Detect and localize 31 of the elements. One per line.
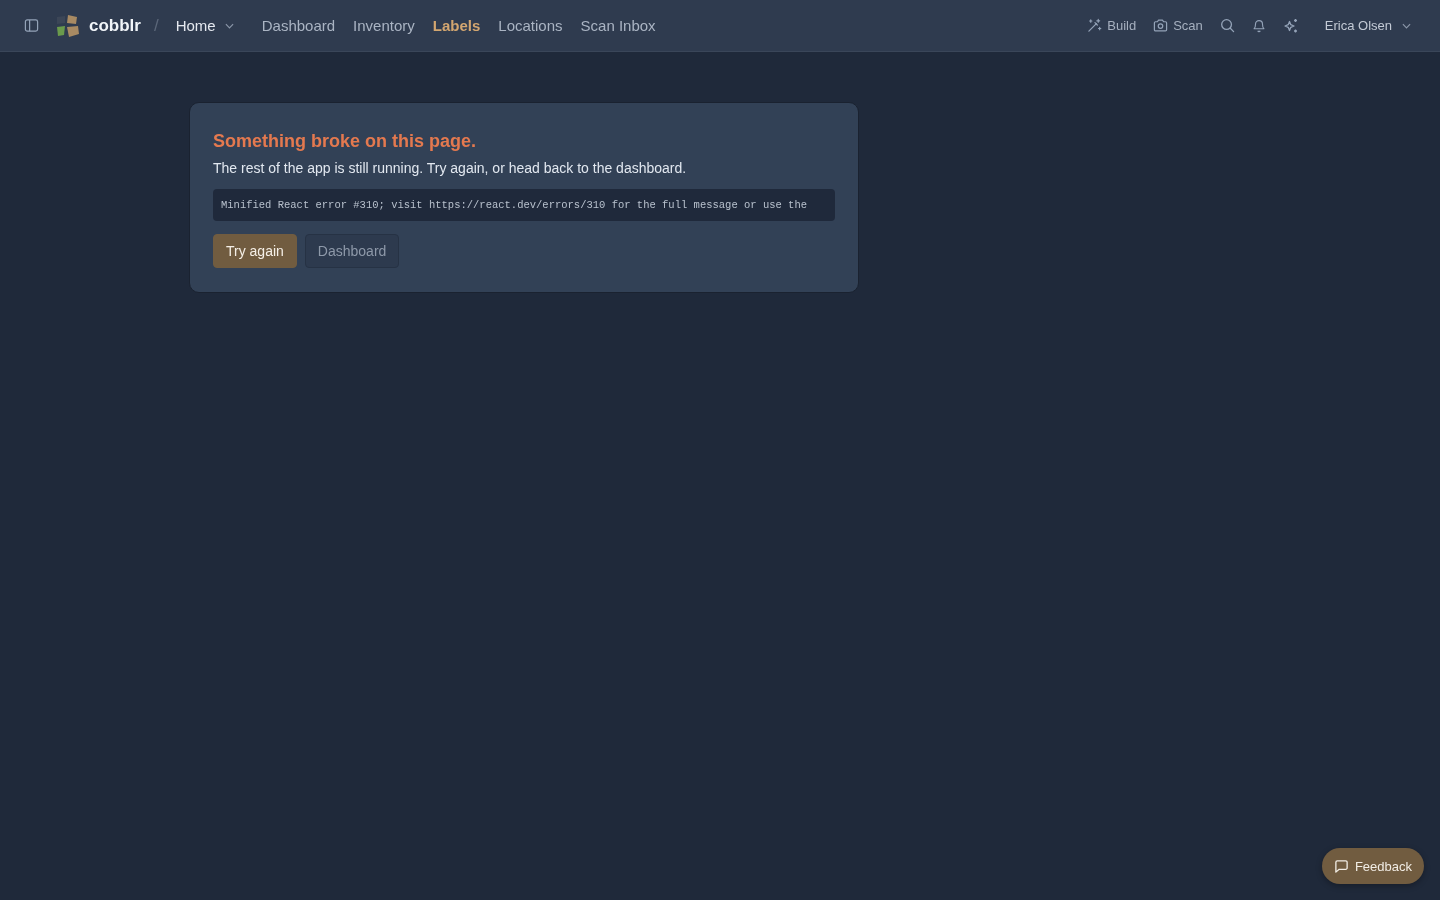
nav-tab[interactable]: Scan Inbox bbox=[580, 17, 656, 34]
camera-icon bbox=[1153, 18, 1169, 33]
sidebar-toggle-button[interactable] bbox=[24, 18, 39, 33]
nav-tab[interactable]: Locations bbox=[498, 17, 563, 34]
assistant-button[interactable] bbox=[1282, 17, 1299, 34]
nav-tab[interactable]: Inventory bbox=[353, 17, 415, 34]
scan-button[interactable]: Scan bbox=[1153, 18, 1203, 33]
notifications-button[interactable] bbox=[1251, 18, 1266, 33]
sidebar-toggle-icon bbox=[24, 18, 39, 33]
nav-tab[interactable]: Dashboard bbox=[261, 17, 336, 34]
breadcrumb-separator: / bbox=[153, 15, 159, 36]
feedback-button[interactable]: Feedback bbox=[1321, 848, 1424, 884]
breadcrumb-dropdown[interactable]: Home bbox=[175, 17, 234, 34]
chevron-down-icon bbox=[1402, 22, 1411, 29]
magic-wand-icon bbox=[1087, 18, 1103, 33]
error-message: The rest of the app is still running. Try again, or head back to the dashboard. bbox=[213, 159, 688, 178]
nav-tab[interactable]: Labels bbox=[432, 17, 481, 34]
error-details: Minified React error #310; visit https://react.dev/errors/310 for the full message or use the bbox=[213, 189, 835, 221]
user-menu-button[interactable]: Erica Olsen bbox=[1324, 18, 1411, 33]
logo-icon bbox=[56, 14, 80, 37]
error-title: Something broke on this page. bbox=[213, 130, 478, 153]
chevron-down-icon bbox=[224, 22, 234, 29]
search-icon bbox=[1219, 18, 1235, 33]
build-button[interactable]: Build bbox=[1087, 18, 1137, 33]
sparkle-icon bbox=[1282, 17, 1299, 34]
try-again-button[interactable]: Try again bbox=[213, 234, 297, 268]
bell-icon bbox=[1251, 18, 1266, 33]
brand-name: cobblr bbox=[89, 15, 141, 36]
dashboard-button[interactable]: Dashboard bbox=[304, 234, 400, 268]
search-button[interactable] bbox=[1219, 18, 1235, 33]
message-icon bbox=[1333, 858, 1349, 874]
